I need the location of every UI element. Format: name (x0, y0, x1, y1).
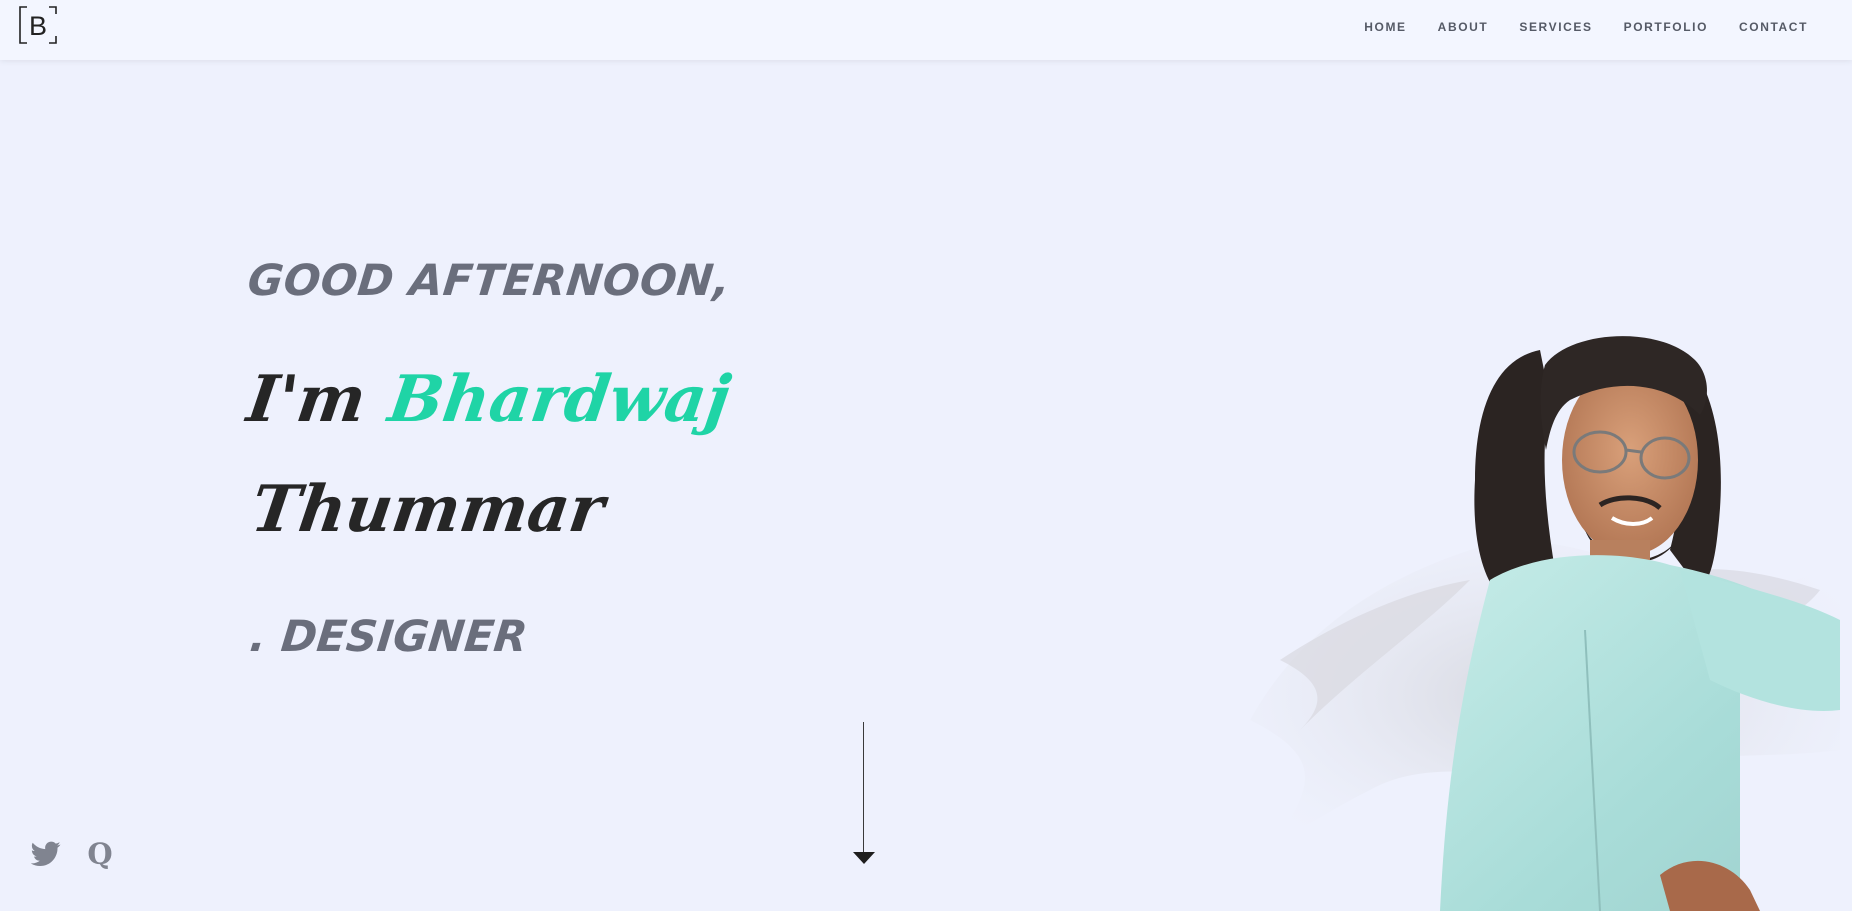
first-name: Bhardwaj (383, 362, 735, 437)
twitter-link[interactable] (30, 838, 62, 870)
scroll-down-arrow-icon[interactable] (853, 852, 875, 864)
twitter-icon (31, 841, 61, 866)
social-links: Q (30, 838, 116, 870)
intro-line: I'm Bhardwaj (243, 362, 735, 437)
quora-link[interactable]: Q (84, 838, 116, 870)
nav-services[interactable]: SERVICES (1519, 20, 1592, 34)
logo[interactable]: B (19, 6, 57, 44)
logo-letter: B (29, 11, 47, 41)
nav-home[interactable]: HOME (1364, 20, 1406, 34)
portrait-image (1240, 330, 1840, 911)
scroll-down-line (863, 722, 864, 852)
last-name: Thummar (246, 472, 609, 547)
logo-icon: B (19, 6, 57, 44)
portrait-illustration (1250, 336, 1840, 911)
greeting-text: GOOD AFTERNOON, (245, 256, 734, 306)
page: B HOME ABOUT SERVICES PORTFOLIO CONTACT … (0, 0, 1852, 911)
site-header: B HOME ABOUT SERVICES PORTFOLIO CONTACT (0, 0, 1852, 60)
role-text: . DESIGNER (247, 612, 530, 662)
nav-portfolio[interactable]: PORTFOLIO (1624, 20, 1708, 34)
nav-contact[interactable]: CONTACT (1739, 20, 1808, 34)
im-text: I'm (242, 362, 371, 437)
main-nav: HOME ABOUT SERVICES PORTFOLIO CONTACT (1364, 0, 1808, 54)
nav-about[interactable]: ABOUT (1438, 20, 1489, 34)
quora-icon: Q (87, 836, 113, 871)
